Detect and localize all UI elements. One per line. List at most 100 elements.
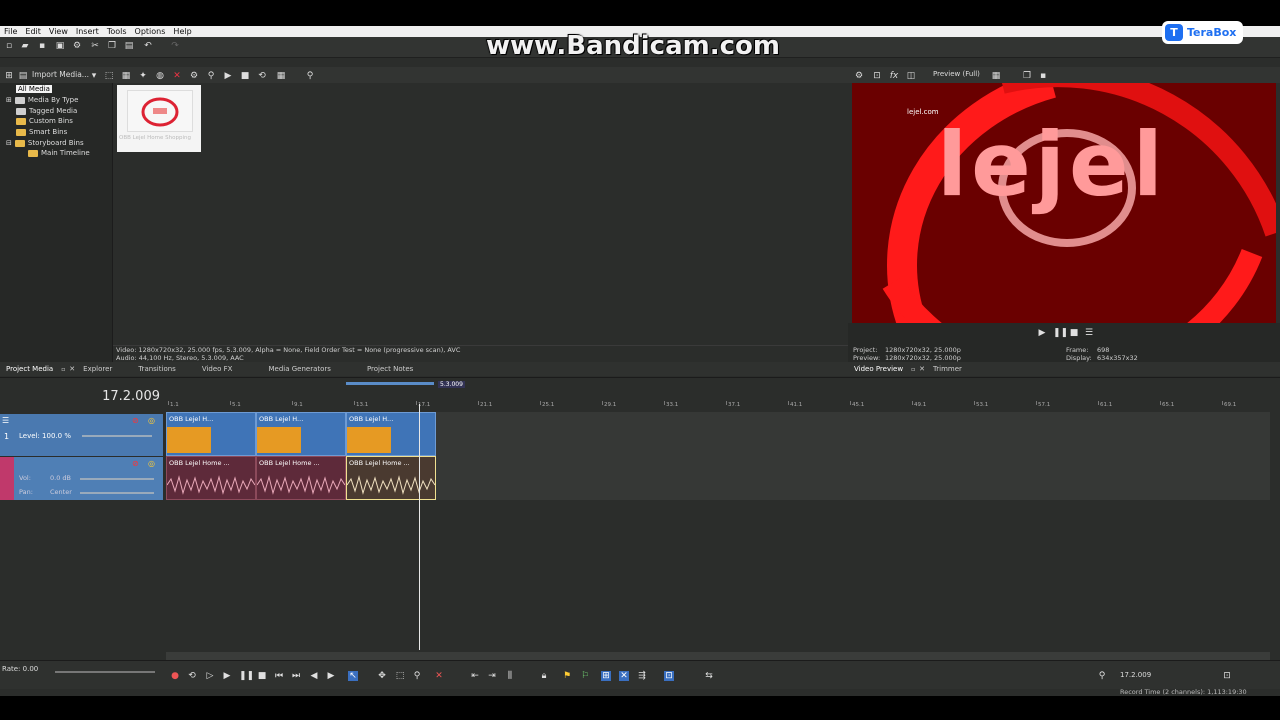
play-icon[interactable]: ▶ (1037, 328, 1047, 338)
loop-icon[interactable]: ⟲ (257, 71, 267, 81)
record-icon[interactable]: ● (170, 671, 180, 681)
video-clip[interactable]: OBB Lejel H... (166, 412, 256, 456)
remove-icon[interactable]: ✕ (172, 71, 182, 81)
tab-project-notes[interactable]: Project Notes (337, 365, 419, 373)
empty-track-area[interactable] (0, 500, 1280, 650)
timeline-scrollbar[interactable] (166, 652, 1270, 660)
tree-custom-bins[interactable]: Custom Bins (16, 117, 73, 125)
tab-trimmer[interactable]: Trimmer (927, 365, 968, 373)
normal-edit-tool-icon[interactable]: ↖ (348, 671, 358, 681)
marker-icon[interactable]: ⚑ (562, 671, 572, 681)
video-track-header[interactable]: ☰ 1 Level: 100.0 % ⊘ ◎ (0, 414, 163, 456)
mute-icon[interactable]: ⊘ (132, 416, 139, 425)
dock-icon[interactable]: ▫ (59, 366, 67, 373)
audio-track-lane[interactable]: OBB Lejel Home ... OBB Lejel Home ... OB… (166, 456, 1270, 500)
track-menu-icon[interactable]: ☰ (2, 416, 9, 425)
audio-clip[interactable]: OBB Lejel Home ... (166, 456, 256, 500)
tab-video-fx[interactable]: Video FX (182, 365, 239, 373)
import-media-button[interactable]: Import Media... (32, 70, 89, 79)
undo-icon[interactable]: ↶ (143, 41, 153, 51)
tab-explorer[interactable]: Explorer (77, 365, 118, 373)
selection-tool-icon[interactable]: ⬚ (395, 671, 405, 681)
save-snapshot-icon[interactable]: ▪ (1038, 71, 1048, 81)
expand-icon[interactable]: ⊞ (6, 96, 12, 104)
video-track-lane[interactable]: OBB Lejel H... OBB Lejel H... OBB Lejel … (166, 412, 1270, 456)
ripple-icon[interactable]: ⇶ (637, 671, 647, 681)
previous-frame-icon[interactable]: ◀ (309, 671, 319, 681)
delete-icon[interactable]: ✕ (434, 671, 444, 681)
close-icon[interactable]: ✕ (67, 365, 77, 373)
play-icon[interactable]: ▶ (222, 671, 232, 681)
play-icon[interactable]: ▶ (223, 71, 233, 81)
audio-clip-selected[interactable]: OBB Lejel Home ... (346, 456, 436, 500)
preview-quality-dropdown[interactable]: Preview (Full) (933, 70, 980, 78)
solo-icon[interactable]: ◎ (148, 459, 155, 468)
lock-envelopes-icon[interactable]: ⊡ (664, 671, 674, 681)
tab-project-media[interactable]: Project Media (0, 365, 59, 373)
overlays-icon[interactable]: ▦ (991, 71, 1001, 81)
tree-smart-bins[interactable]: Smart Bins (16, 128, 67, 136)
stop-icon[interactable]: ■ (240, 71, 250, 81)
snapping-icon[interactable]: ⊞ (601, 671, 611, 681)
volume-slider[interactable] (80, 478, 154, 480)
tree-all-media[interactable]: All Media (16, 85, 52, 93)
next-frame-icon[interactable]: ▶ (326, 671, 336, 681)
replace-icon[interactable]: ◍ (155, 71, 165, 81)
dropdown-icon[interactable]: ▾ (89, 71, 99, 81)
preview-settings-icon[interactable]: ⚙ (854, 71, 864, 81)
audio-track-header[interactable]: ☰ 2 Vol: 0.0 dB Pan: Center ⊘ ◎ (0, 457, 163, 500)
import-media-icon[interactable]: ▤ (18, 71, 28, 81)
capture-icon[interactable]: ⬚ (104, 71, 114, 81)
media-thumbnail[interactable]: OBB Lejel Home Shopping (117, 85, 201, 152)
mute-icon[interactable]: ⊘ (132, 459, 139, 468)
trim-start-icon[interactable]: ⇤ (470, 671, 480, 681)
new-project-icon[interactable]: ▫ (4, 41, 14, 51)
expand-icon[interactable]: ⊟ (6, 139, 12, 147)
rate-slider[interactable] (55, 671, 155, 673)
media-fx-icon[interactable]: ✦ (138, 71, 148, 81)
menu-file[interactable]: File (0, 26, 21, 37)
zoom-tool-icon[interactable]: ⚲ (412, 671, 422, 681)
pause-icon[interactable]: ❚❚ (1053, 328, 1068, 338)
auto-preview-icon[interactable]: ⚲ (206, 71, 216, 81)
video-clip[interactable]: OBB Lejel H... (346, 412, 436, 456)
pan-slider[interactable] (80, 492, 154, 494)
settings-icon[interactable]: ⚙ (189, 71, 199, 81)
lock-icon[interactable]: 🔒︎ (539, 671, 549, 681)
dock-icon[interactable]: ▫ (909, 366, 917, 373)
split-icon[interactable]: ⫼ (505, 671, 515, 681)
level-slider[interactable] (82, 435, 152, 437)
views-icon[interactable]: ▦ (276, 71, 286, 81)
region-icon[interactable]: ⚐ (580, 671, 590, 681)
copy-icon[interactable]: ❐ (107, 41, 117, 51)
loop-region-bar[interactable] (346, 382, 434, 385)
tab-media-generators[interactable]: Media Generators (238, 365, 336, 373)
ignore-grouping-icon[interactable]: ⇆ (704, 671, 714, 681)
loop-icon[interactable]: ⟲ (187, 671, 197, 681)
menu-icon[interactable]: ☰ (1084, 328, 1094, 338)
tree-tagged-media[interactable]: Tagged Media (16, 107, 77, 115)
redo-icon[interactable]: ↷ (170, 41, 180, 51)
open-folder-icon[interactable]: ▰ (20, 41, 30, 51)
tab-video-preview[interactable]: Video Preview (848, 365, 909, 373)
go-to-end-icon[interactable]: ⏭ (291, 671, 301, 681)
playhead-cursor[interactable] (419, 404, 420, 650)
menu-edit[interactable]: Edit (21, 26, 45, 37)
tab-transitions[interactable]: Transitions (118, 365, 182, 373)
save-icon[interactable]: ▪ (37, 41, 47, 51)
render-icon[interactable]: ▣ (55, 41, 65, 51)
terabox-button[interactable]: T TeraBox (1162, 21, 1243, 44)
video-clip[interactable]: OBB Lejel H... (256, 412, 346, 456)
close-icon[interactable]: ✕ (917, 365, 927, 373)
tree-media-by-type[interactable]: ⊞ Media By Type (6, 96, 78, 104)
menu-view[interactable]: View (45, 26, 72, 37)
properties-icon[interactable]: ⚙ (72, 41, 82, 51)
copy-snapshot-icon[interactable]: ❐ (1022, 71, 1032, 81)
play-from-start-icon[interactable]: ▷ (205, 671, 215, 681)
pause-icon[interactable]: ❚❚ (239, 671, 254, 681)
zoom-icon[interactable]: ⚲ (305, 71, 315, 81)
tree-storyboard-bins[interactable]: ⊟ Storyboard Bins (6, 139, 84, 147)
folder-icon[interactable]: ⊞ (4, 71, 14, 81)
external-monitor-icon[interactable]: ⊡ (872, 71, 882, 81)
cut-icon[interactable]: ✂ (90, 41, 100, 51)
